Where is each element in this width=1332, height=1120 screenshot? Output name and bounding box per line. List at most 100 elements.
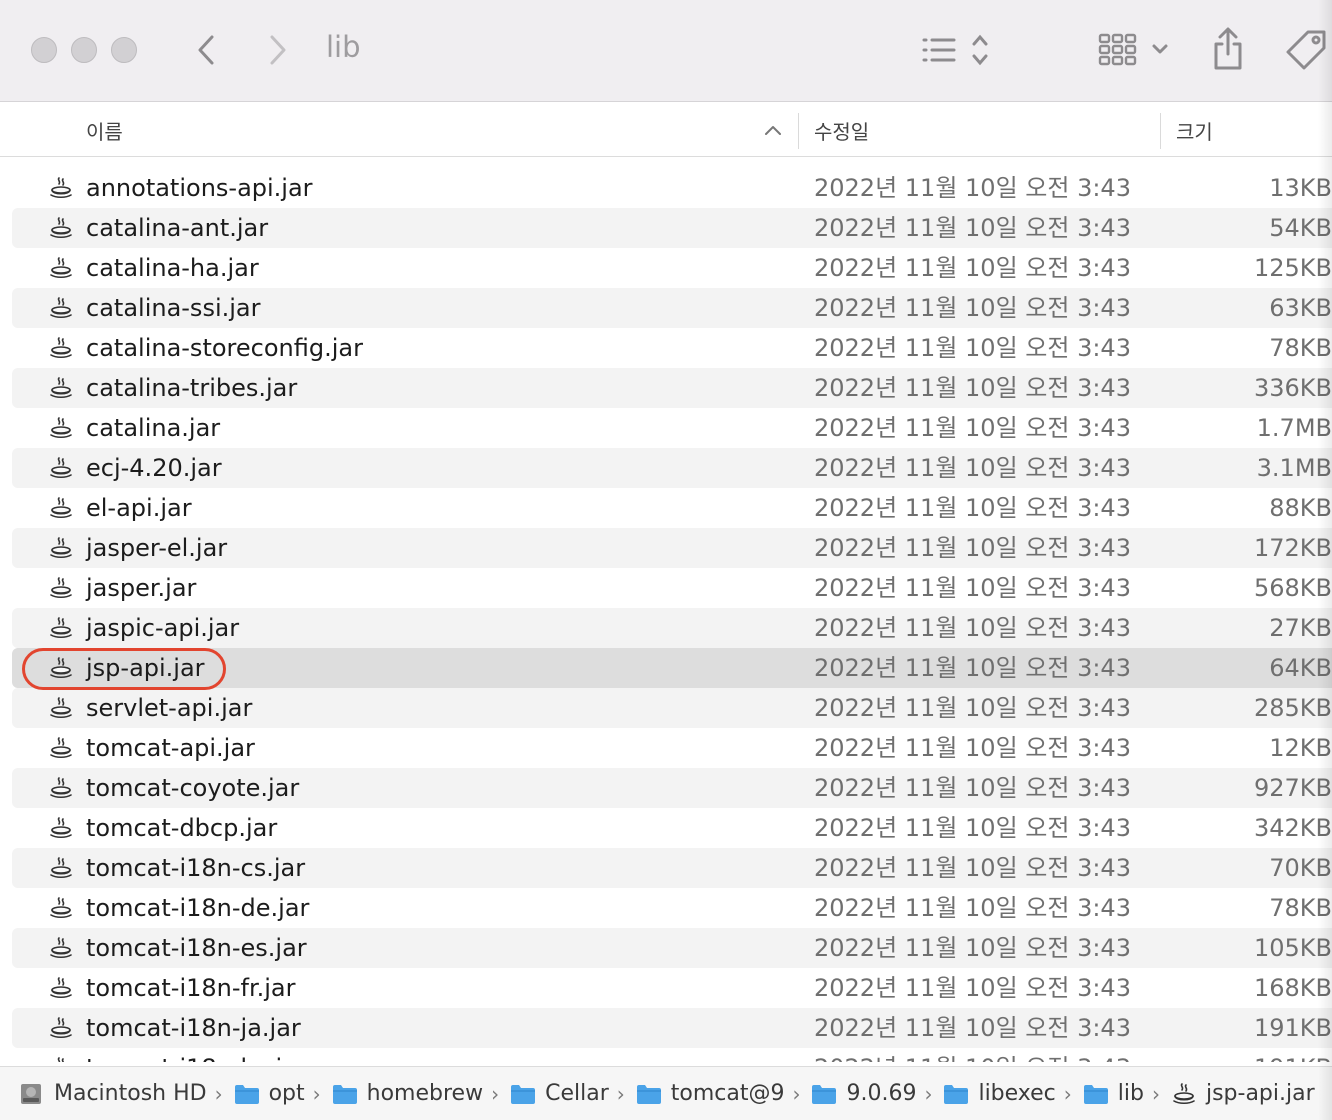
list-view-icon <box>922 34 988 66</box>
file-row[interactable]: catalina.jar 2022년 11월 10일 오전 3:43 1.7MB <box>12 408 1332 448</box>
java-jar-icon <box>1173 1082 1195 1104</box>
column-date-header[interactable]: 수정일 <box>814 103 869 157</box>
file-name: catalina.jar <box>86 414 221 442</box>
path-separator: › <box>916 1082 942 1106</box>
window-toolbar: lib <box>0 0 1332 102</box>
file-size: 64KB <box>1192 648 1332 688</box>
java-jar-icon <box>50 257 72 279</box>
file-row[interactable]: tomcat-i18n-ja.jar 2022년 11월 10일 오전 3:43… <box>12 1008 1332 1048</box>
file-name: jasper-el.jar <box>86 534 228 562</box>
minimize-window-button[interactable] <box>71 37 97 63</box>
path-separator: › <box>483 1082 509 1106</box>
file-row[interactable]: tomcat-i18n-ko.jar 2022년 11월 10일 오전 3:43… <box>12 1048 1332 1062</box>
file-modified-date: 2022년 11월 10일 오전 3:43 <box>814 614 1131 642</box>
path-separator: › <box>784 1082 810 1106</box>
file-row[interactable]: jaspic-api.jar 2022년 11월 10일 오전 3:43 27K… <box>12 608 1332 648</box>
folder-icon <box>812 1084 837 1104</box>
file-modified-date: 2022년 11월 10일 오전 3:43 <box>814 1048 1131 1062</box>
file-row[interactable]: catalina-ha.jar 2022년 11월 10일 오전 3:43 12… <box>12 248 1332 288</box>
file-row[interactable]: tomcat-i18n-cs.jar 2022년 11월 10일 오전 3:43… <box>12 848 1332 888</box>
file-row[interactable]: jasper-el.jar 2022년 11월 10일 오전 3:43 172K… <box>12 528 1332 568</box>
java-jar-icon <box>50 617 72 639</box>
file-row[interactable]: tomcat-i18n-de.jar 2022년 11월 10일 오전 3:43… <box>12 888 1332 928</box>
file-size-value: 3.1MB <box>1256 454 1332 482</box>
file-name: el-api.jar <box>86 494 192 522</box>
path-item[interactable]: tomcat@9 <box>635 1081 784 1106</box>
column-divider[interactable] <box>1160 113 1161 149</box>
share-button[interactable] <box>1206 24 1250 74</box>
file-size: 125KB <box>1192 248 1332 288</box>
back-button[interactable] <box>186 28 226 72</box>
file-row[interactable]: jasper.jar 2022년 11월 10일 오전 3:43 568KB <box>12 568 1332 608</box>
file-size: 70KB <box>1192 848 1332 888</box>
tag-button[interactable] <box>1282 26 1332 74</box>
file-row[interactable]: tomcat-api.jar 2022년 11월 10일 오전 3:43 12K… <box>12 728 1332 768</box>
path-item[interactable]: Cellar <box>509 1081 609 1106</box>
file-row[interactable]: el-api.jar 2022년 11월 10일 오전 3:43 88KB <box>12 488 1332 528</box>
file-row[interactable]: annotations-api.jar 2022년 11월 10일 오전 3:4… <box>12 168 1332 208</box>
java-jar-icon <box>50 417 72 439</box>
file-name: ecj-4.20.jar <box>86 454 222 482</box>
file-row[interactable]: tomcat-dbcp.jar 2022년 11월 10일 오전 3:43 34… <box>12 808 1332 848</box>
file-size: 342KB <box>1192 808 1332 848</box>
file-name: catalina-ant.jar <box>86 214 269 242</box>
close-window-button[interactable] <box>31 37 57 63</box>
path-item[interactable]: homebrew <box>331 1081 483 1106</box>
file-size-value: 88KB <box>1269 494 1332 522</box>
file-size: 168KB <box>1192 968 1332 1008</box>
file-modified-date: 2022년 11월 10일 오전 3:43 <box>814 534 1131 562</box>
chevron-left-icon <box>198 35 214 65</box>
file-name: tomcat-dbcp.jar <box>86 814 278 842</box>
file-size-value: 927KB <box>1253 774 1332 802</box>
file-row[interactable]: jsp-api.jar 2022년 11월 10일 오전 3:43 64KB <box>12 648 1332 688</box>
file-name: catalina-tribes.jar <box>86 374 298 402</box>
file-size-value: 1.7MB <box>1256 414 1332 442</box>
list-view-button[interactable] <box>916 30 996 70</box>
group-view-button[interactable] <box>1094 28 1174 72</box>
file-row[interactable]: catalina-ssi.jar 2022년 11월 10일 오전 3:43 6… <box>12 288 1332 328</box>
path-item[interactable]: 9.0.69 <box>810 1081 916 1106</box>
file-row[interactable]: tomcat-i18n-es.jar 2022년 11월 10일 오전 3:43… <box>12 928 1332 968</box>
file-row[interactable]: catalina-storeconfig.jar 2022년 11월 10일 오… <box>12 328 1332 368</box>
path-item[interactable]: jsp-api.jar <box>1170 1081 1315 1106</box>
file-size-value: 105KB <box>1253 934 1332 962</box>
folder-icon <box>511 1084 536 1104</box>
path-item[interactable]: opt <box>233 1081 305 1106</box>
folder-icon <box>636 1084 661 1104</box>
file-row[interactable]: catalina-ant.jar 2022년 11월 10일 오전 3:43 5… <box>12 208 1332 248</box>
file-row[interactable]: catalina-tribes.jar 2022년 11월 10일 오전 3:4… <box>12 368 1332 408</box>
file-modified-date: 2022년 11월 10일 오전 3:43 <box>814 494 1131 522</box>
zoom-window-button[interactable] <box>111 37 137 63</box>
file-row[interactable]: servlet-api.jar 2022년 11월 10일 오전 3:43 28… <box>12 688 1332 728</box>
sort-ascending-icon[interactable] <box>762 121 784 139</box>
file-row[interactable]: ecj-4.20.jar 2022년 11월 10일 오전 3:43 3.1MB <box>12 448 1332 488</box>
column-divider[interactable] <box>798 113 799 149</box>
java-jar-icon <box>50 857 72 879</box>
path-separator: › <box>609 1082 635 1106</box>
file-row[interactable]: tomcat-coyote.jar 2022년 11월 10일 오전 3:43 … <box>12 768 1332 808</box>
column-size-header[interactable]: 크기 <box>1176 103 1213 157</box>
chevron-right-icon: › <box>924 1081 933 1106</box>
file-name: tomcat-i18n-cs.jar <box>86 854 306 882</box>
tag-icon <box>1286 30 1326 70</box>
file-modified-date: 2022년 11월 10일 오전 3:43 <box>814 174 1131 202</box>
file-name: jasper.jar <box>86 574 197 602</box>
file-size: 12KB <box>1192 728 1332 768</box>
file-modified-date: 2022년 11월 10일 오전 3:43 <box>814 1014 1131 1042</box>
chevron-right-icon: › <box>491 1081 500 1106</box>
path-item[interactable]: lib <box>1082 1081 1144 1106</box>
file-modified-date: 2022년 11월 10일 오전 3:43 <box>814 934 1131 962</box>
column-header: 이름 수정일 크기 <box>0 103 1332 157</box>
path-item-label: opt <box>268 1081 305 1106</box>
file-size: 1.7MB <box>1192 408 1332 448</box>
path-bar: Macintosh HD › opt › homebrew › Cellar › tomcat@… <box>0 1066 1332 1120</box>
file-row[interactable]: tomcat-i18n-fr.jar 2022년 11월 10일 오전 3:43… <box>12 968 1332 1008</box>
path-item[interactable]: Macintosh HD <box>18 1081 207 1106</box>
folder-icon <box>234 1084 259 1104</box>
file-modified-date: 2022년 11월 10일 오전 3:43 <box>814 414 1131 442</box>
forward-button[interactable] <box>258 28 298 72</box>
path-item[interactable]: libexec <box>942 1081 1056 1106</box>
chevron-right-icon: › <box>312 1081 321 1106</box>
file-size: 927KB <box>1192 768 1332 808</box>
column-name-header[interactable]: 이름 <box>86 103 123 157</box>
